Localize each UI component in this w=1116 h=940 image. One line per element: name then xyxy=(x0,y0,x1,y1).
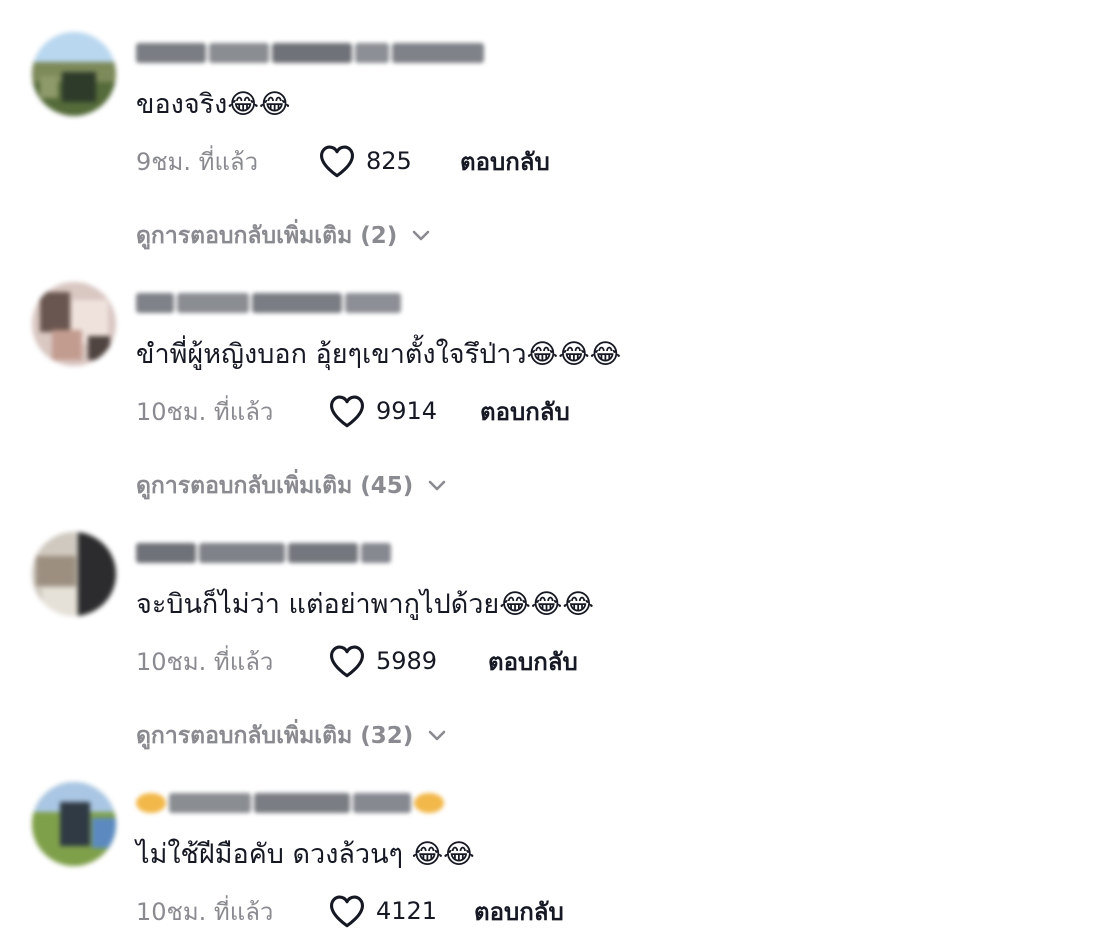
like-count: 4121 xyxy=(376,897,438,925)
comment-meta: 9ชม. ที่แล้ว 825 ตอบกลับ xyxy=(136,144,550,178)
comment-text: จะบินก็ไม่ว่า แต่อย่าพากูไปด้วย😂😂😂 xyxy=(136,589,594,620)
view-more-replies[interactable]: ดูการตอบกลับเพิ่มเติม (32) xyxy=(136,718,447,754)
comment-meta: 10ชม. ที่แล้ว 4121 ตอบกลับ xyxy=(136,894,564,928)
username-blurred[interactable] xyxy=(136,538,394,568)
avatar[interactable] xyxy=(32,282,116,366)
reply-button[interactable]: ตอบกลับ xyxy=(460,142,550,181)
like-button[interactable]: 9914 xyxy=(328,394,480,428)
view-more-label: ดูการตอบกลับเพิ่มเติม (32) xyxy=(136,723,414,749)
avatar[interactable] xyxy=(32,532,116,616)
chevron-down-icon xyxy=(412,230,430,241)
reply-button[interactable]: ตอบกลับ xyxy=(488,642,578,681)
heart-outline-icon xyxy=(319,145,354,178)
view-more-label: ดูการตอบกลับเพิ่มเติม (45) xyxy=(136,473,414,499)
username-blurred[interactable] xyxy=(136,38,487,68)
view-more-replies[interactable]: ดูการตอบกลับเพิ่มเติม (45) xyxy=(136,468,447,504)
comment-text: ไม่ใช้ฝีมือคับ ดวงล้วนๆ 😂😂 xyxy=(136,839,475,870)
heart-outline-icon xyxy=(329,895,364,928)
timestamp: 10ชม. ที่แล้ว xyxy=(136,397,274,426)
like-count: 9914 xyxy=(376,397,438,425)
chevron-down-icon xyxy=(428,730,446,741)
comment-meta: 10ชม. ที่แล้ว 5989 ตอบกลับ xyxy=(136,644,578,678)
like-count: 825 xyxy=(366,147,412,175)
username-blurred[interactable] xyxy=(136,288,404,318)
reply-button[interactable]: ตอบกลับ xyxy=(480,392,570,431)
comment-text: ของจริง😂😂 xyxy=(136,89,291,120)
avatar[interactable] xyxy=(32,782,116,866)
heart-outline-icon xyxy=(329,645,364,678)
comment-text: ขำพี่ผู้หญิงบอก อุ้ยๆเขาตั้งใจรึป่าว😂😂😂 xyxy=(136,339,622,370)
username-blurred[interactable] xyxy=(136,788,447,818)
view-more-label: ดูการตอบกลับเพิ่มเติม (2) xyxy=(136,223,398,249)
avatar[interactable] xyxy=(32,32,116,116)
like-button[interactable]: 4121 xyxy=(328,894,474,928)
timestamp: 10ชม. ที่แล้ว xyxy=(136,647,274,676)
like-button[interactable]: 5989 xyxy=(328,644,488,678)
like-count: 5989 xyxy=(376,647,438,675)
view-more-replies[interactable]: ดูการตอบกลับเพิ่มเติม (2) xyxy=(136,218,431,254)
chevron-down-icon xyxy=(428,480,446,491)
heart-outline-icon xyxy=(329,395,364,428)
timestamp: 10ชม. ที่แล้ว xyxy=(136,897,274,926)
like-button[interactable]: 825 xyxy=(318,144,460,178)
timestamp: 9ชม. ที่แล้ว xyxy=(136,147,259,176)
comment-meta: 10ชม. ที่แล้ว 9914 ตอบกลับ xyxy=(136,394,570,428)
reply-button[interactable]: ตอบกลับ xyxy=(474,892,564,931)
